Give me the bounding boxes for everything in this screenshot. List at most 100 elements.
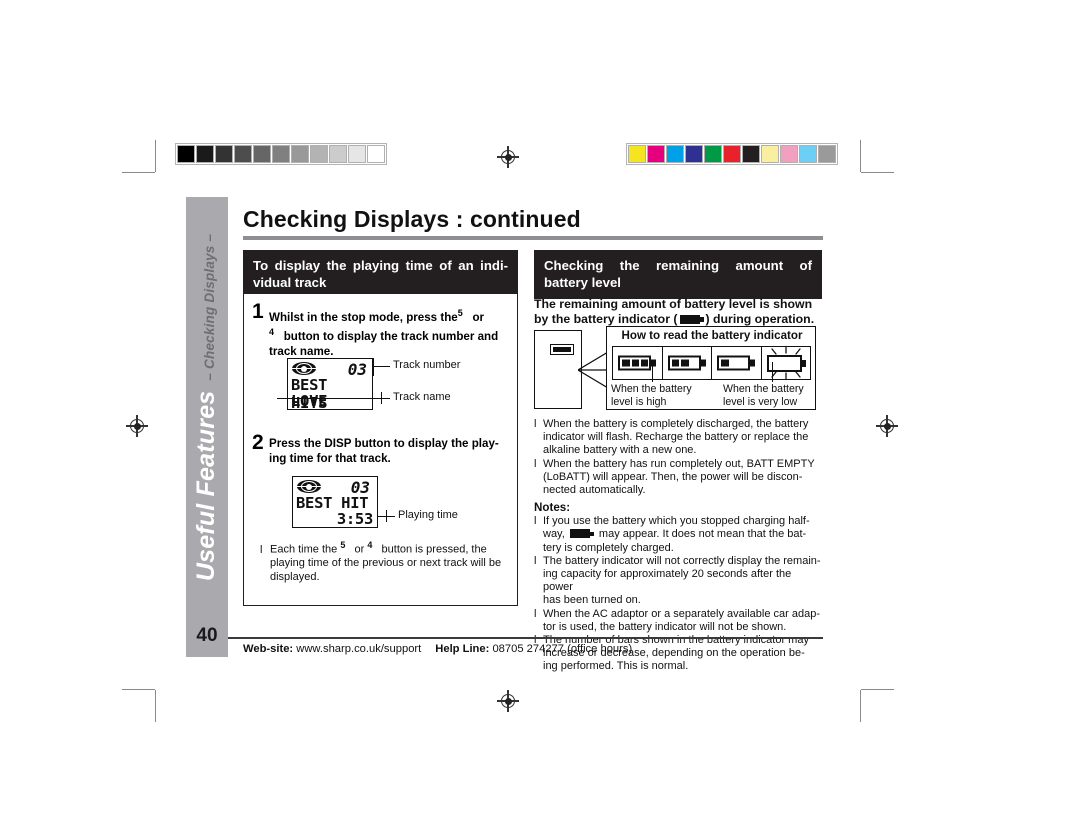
bullet-marker: l: [534, 607, 537, 620]
grayscale-swatch-5: [272, 145, 290, 163]
lcd-display-track-name: 03 BEST HITS LOVE: [287, 358, 373, 412]
battery-note-1: l The battery indicator will not correctl…: [534, 555, 822, 608]
chapter-vertical-label: Useful Features – Checking Displays –: [186, 197, 228, 617]
lcd1-name-callout-label: Track name: [393, 391, 451, 403]
grayscale-swatch-2: [215, 145, 233, 163]
chapter-subtitle: – Checking Displays –: [202, 233, 218, 381]
footer-helpline-label: Help Line:: [435, 643, 490, 655]
grayscale-swatch-6: [291, 145, 309, 163]
crop-mark-right-horizontal-bottom: [861, 689, 894, 691]
right-section-header-line2: battery level: [544, 275, 621, 290]
left-note-line1a: Each time the: [270, 543, 338, 556]
battery-bullet-0: l When the battery is completely discharg…: [534, 418, 822, 458]
battery-low-caption-line2: level is very low: [723, 395, 798, 408]
battery-state-grid: [612, 346, 811, 380]
page-title: Checking Displays : continued: [243, 206, 581, 232]
color-swatch-9: [799, 145, 817, 163]
bullet-marker: l: [534, 418, 537, 430]
page-number: 40: [196, 625, 218, 646]
left-note-line1b: button is pressed, the: [381, 543, 487, 556]
battery-indicator-icon-inline: [569, 529, 594, 539]
battery-high-caption-line: [652, 362, 654, 382]
battery-bullet-1: l When the battery has run completely out…: [534, 458, 822, 498]
footer-divider: [228, 637, 823, 640]
grayscale-step-wedge: [175, 143, 387, 165]
left-instruction-box: 1 Whilst in the stop mode, press the5 or…: [243, 293, 518, 606]
right-section-header-line1: Checking the remaining amount of: [544, 258, 812, 273]
left-note-skip-back-icon: 5: [340, 540, 346, 550]
battery-icon-3-bars: [618, 355, 657, 371]
lcd1-name-callout-line: [277, 398, 390, 400]
step-1-line2: button to display the track number and: [283, 330, 499, 344]
grayscale-swatch-3: [234, 145, 252, 163]
battery-icon-2-bars: [667, 355, 706, 371]
grayscale-swatch-9: [348, 145, 366, 163]
grayscale-swatch-10: [367, 145, 385, 163]
left-note-bullet: l Each time the 5 or 4 button is pressed,…: [260, 539, 510, 584]
notes-heading: Notes:: [534, 501, 571, 515]
color-swatch-2: [666, 145, 684, 163]
battery-notes-list: l When the battery is completely discharg…: [534, 418, 822, 674]
battery-state-medium: [661, 346, 711, 380]
step-1-or: or: [472, 310, 485, 324]
color-swatch-6: [742, 145, 760, 163]
step-1-skip-fwd-icon: 4: [269, 327, 275, 338]
step-2: 2 Press the DISP button to display the p…: [252, 431, 514, 466]
step-2-line1: Press the DISP button to display the pla…: [269, 437, 499, 450]
step-1-number: 1: [252, 300, 264, 323]
battery-lead-line1: The remaining amount of battery level is…: [534, 297, 813, 311]
crop-mark-right-horizontal-top: [861, 172, 894, 174]
grayscale-swatch-8: [329, 145, 347, 163]
bullet-marker: l: [534, 457, 537, 470]
battery-icon-1-bars: [717, 355, 756, 371]
battery-note-text: The battery indicator will not correctly…: [543, 554, 821, 607]
battery-note-text: When the AC adaptor or a separately avai…: [543, 607, 820, 633]
footer-website-value: www.sharp.co.uk/support: [296, 643, 422, 655]
color-swatch-8: [780, 145, 798, 163]
battery-callout-lines: [578, 351, 608, 389]
grayscale-swatch-4: [253, 145, 271, 163]
battery-low-caption: When the battery level is very low: [723, 383, 804, 408]
battery-indicator-icon: [679, 315, 704, 325]
color-swatch-5: [723, 145, 741, 163]
chapter-side-tab: Useful Features – Checking Displays – 40: [186, 197, 228, 657]
title-divider: [243, 236, 823, 240]
left-section-header-line2: vidual track: [253, 275, 327, 290]
step-1-line1a: Whilst in the stop mode, press the: [269, 310, 458, 324]
registration-mark-top-center: [497, 146, 519, 168]
battery-lead-text: The remaining amount of battery level is…: [534, 297, 820, 327]
step-2-line2: ing time for that track.: [269, 451, 391, 465]
crop-mark-top-right-vertical: [860, 140, 862, 172]
step-2-number: 2: [252, 431, 264, 454]
device-battery-icon: [550, 344, 574, 355]
battery-lead-line2a: by the battery indicator (: [534, 312, 678, 327]
crop-mark-bottom-right-vertical: [860, 690, 862, 722]
battery-state-low: [711, 346, 761, 380]
bullet-marker: l: [534, 554, 537, 567]
bullet-marker: l: [260, 543, 263, 556]
footer-contact: Web-site: www.sharp.co.uk/support Help Li…: [243, 643, 632, 655]
crop-mark-top-left-vertical: [155, 140, 157, 172]
step-1-text: Whilst in the stop mode, press the5 or 4…: [269, 303, 498, 360]
grayscale-swatch-1: [196, 145, 214, 163]
device-display-illustration: [534, 330, 582, 409]
color-swatch-10: [818, 145, 836, 163]
battery-flash-icon: [764, 346, 808, 380]
step-1: 1 Whilst in the stop mode, press the5 or…: [252, 300, 512, 360]
lcd1-name-callout-tick: [381, 392, 383, 404]
battery-note-0: l If you use the battery which you stoppe…: [534, 515, 822, 555]
color-swatch-3: [685, 145, 703, 163]
color-swatch-0: [628, 145, 646, 163]
left-note-line2: playing time of the previous or next tra…: [270, 557, 502, 570]
step-2-text: Press the DISP button to display the pla…: [269, 434, 499, 466]
lcd2-time-callout-tick: [386, 510, 388, 522]
step-1-line3: track name.: [269, 344, 334, 358]
bullet-marker: l: [534, 515, 537, 528]
registration-mark-left-center: [126, 415, 148, 437]
lcd1-track-name: LOVE: [291, 392, 328, 410]
battery-high-caption-line2: level is high: [611, 395, 667, 408]
lcd-display-playing-time: 03 BEST HIT 3:53: [292, 476, 378, 528]
left-note-line3: displayed.: [270, 570, 320, 583]
battery-low-caption-line: [772, 362, 774, 382]
manual-page: Useful Features – Checking Displays – 40…: [0, 0, 1080, 834]
